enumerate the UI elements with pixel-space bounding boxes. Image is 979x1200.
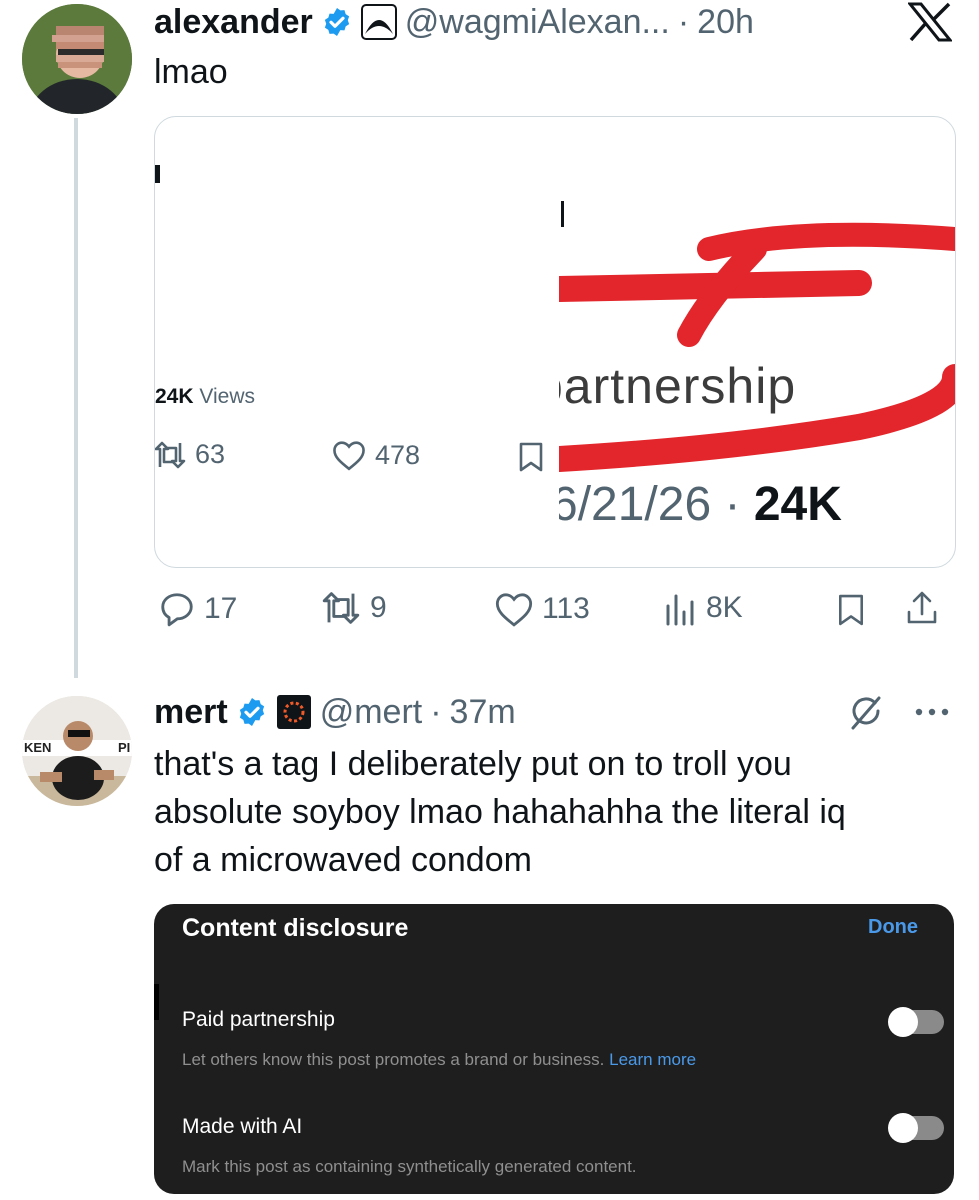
views-count: 8K: [706, 591, 743, 624]
quoted-retweet-count: 63: [195, 439, 226, 469]
tweet2-line-2: absolute soyboy lmao hahahahha the liter…: [154, 793, 846, 831]
retweet-button[interactable]: 9: [320, 590, 387, 626]
paid-partnership-label: Paid partnership: [182, 1008, 335, 1031]
tweet-time[interactable]: 37m: [450, 693, 516, 732]
paid-desc-text: Let others know this post promotes a bra…: [182, 1050, 605, 1069]
quoted-views: 24K Views: [155, 385, 255, 409]
tweet2-line-1: that's a tag I deliberately put on to tr…: [154, 745, 792, 783]
paid-partnership-toggle[interactable]: [888, 1007, 944, 1037]
quoted-date: 6/21/26: [559, 478, 712, 531]
verified-badge-icon: [239, 698, 264, 726]
quoted-views-count: 24K: [155, 385, 194, 408]
author-name[interactable]: mert: [154, 693, 228, 732]
like-count: 113: [542, 592, 590, 625]
made-with-ai-toggle[interactable]: [888, 1113, 944, 1143]
retweet-icon: [322, 592, 360, 624]
tweet2-line-3: of a microwaved condom: [154, 841, 532, 879]
made-with-ai-label: Made with AI: [182, 1115, 303, 1138]
like-button[interactable]: 113: [494, 590, 590, 628]
left-marker: [155, 165, 160, 183]
tweet-time[interactable]: 20h: [697, 3, 754, 42]
avatar-image: [22, 4, 132, 114]
learn-more-link[interactable]: Learn more: [609, 1050, 696, 1069]
time-separator: ·: [430, 692, 442, 731]
tweet1-header: alexander @wagmiAlexan... · 20h: [154, 0, 754, 44]
done-button[interactable]: Done: [868, 916, 918, 939]
share-icon[interactable]: [904, 590, 940, 628]
x-logo-icon[interactable]: [908, 2, 952, 42]
views-icon: [666, 594, 694, 626]
verified-badge-icon: [324, 8, 349, 36]
time-separator: ·: [677, 2, 690, 41]
tweet1-text: lmao: [154, 53, 228, 91]
views-button[interactable]: 8K: [664, 590, 743, 626]
avatar-banner-left: KEN: [24, 740, 52, 755]
made-with-ai-desc: Mark this post as containing synthetical…: [182, 1157, 637, 1176]
thread-line: [74, 118, 78, 678]
quoted-views-label: Views: [199, 385, 256, 408]
paid-partnership-desc: Let others know this post promotes a bra…: [182, 1050, 696, 1070]
quoted-bookmark-icon: [519, 442, 543, 472]
affiliate-logo-icon: [276, 695, 311, 729]
partnership-crop: partnership 6/21/26 · 24K: [559, 187, 955, 567]
tweet2-header: mert @mert · 37m: [154, 690, 516, 734]
red-scribble: [559, 222, 955, 472]
heart-icon: [333, 441, 365, 471]
reply-icon: [161, 593, 193, 627]
reply-count: 17: [204, 592, 238, 625]
alexander-avatar[interactable]: [22, 4, 132, 114]
reply-button[interactable]: 17: [158, 590, 237, 628]
mert-avatar[interactable]: KEN PI: [22, 696, 132, 806]
quoted-screenshot-card[interactable]: 24K Views 63 478 partnership 6/21/26 · 2…: [154, 116, 956, 568]
bookmark-icon[interactable]: [836, 592, 866, 628]
quoted-count: 24K: [753, 478, 842, 531]
affiliate-logo-icon: [360, 4, 397, 40]
more-icon[interactable]: [914, 706, 950, 718]
heart-icon: [495, 593, 533, 627]
quoted-like: 478: [331, 439, 420, 471]
author-name[interactable]: alexander: [154, 3, 313, 42]
quoted-like-count: 478: [375, 439, 421, 470]
avatar-banner-right: PI: [118, 740, 131, 755]
author-handle[interactable]: @mert: [320, 693, 423, 732]
panel-left-edge: [154, 984, 159, 1020]
toggle-knob: [888, 1113, 918, 1143]
author-handle[interactable]: @wagmiAlexan...: [405, 3, 670, 42]
quoted-date-line: 6/21/26 · 24K: [559, 477, 842, 532]
quoted-date-dot: ·: [724, 478, 741, 531]
partnership-text: partnership: [559, 358, 797, 414]
toggle-knob: [888, 1007, 918, 1037]
quoted-retweet: 63: [155, 439, 226, 470]
retweet-icon: [155, 441, 186, 468]
content-disclosure-panel: Content disclosure Done Paid partnership…: [154, 904, 954, 1194]
grok-icon[interactable]: [848, 694, 884, 732]
retweet-count: 9: [370, 591, 387, 624]
panel-title: Content disclosure: [182, 914, 409, 942]
tweet2-text: that's a tag I deliberately put on to tr…: [154, 740, 954, 884]
